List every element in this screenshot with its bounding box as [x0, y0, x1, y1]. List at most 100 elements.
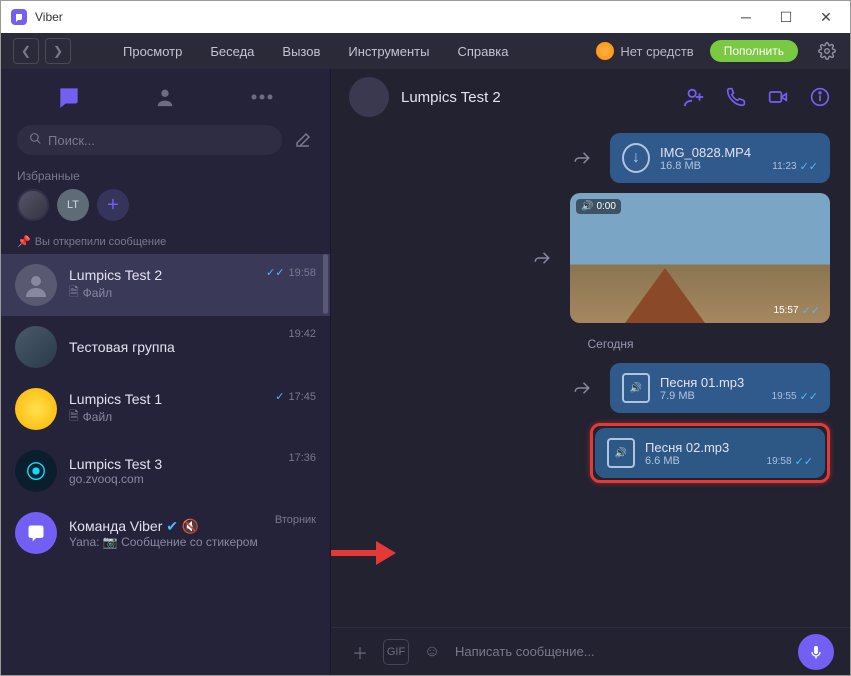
- pinned-notice: 📌 Вы открепили сообщение: [1, 231, 330, 254]
- menu-tools[interactable]: Инструменты: [336, 44, 441, 59]
- info-icon[interactable]: [808, 85, 832, 109]
- nav-back-button[interactable]: ❮: [13, 38, 39, 64]
- menubar: ❮ ❯ Просмотр Беседа Вызов Инструменты Сп…: [1, 33, 850, 69]
- search-row: Поиск...: [1, 125, 330, 165]
- chat-item[interactable]: Lumpics Test 2 🗎Файл ✓✓19:58: [1, 254, 330, 316]
- chat-main: Lumpics Test 3 go.zvooq.com: [69, 456, 276, 486]
- file-icon: 🗎: [69, 407, 79, 428]
- minimize-button[interactable]: ─: [726, 3, 766, 31]
- balance-display: Нет средств Пополнить: [596, 40, 838, 62]
- chat-name: Тестовая группа: [69, 339, 276, 355]
- menu-help[interactable]: Справка: [445, 44, 520, 59]
- chat-main: Команда Viber ✔ 🔇 Yana: 📷 Сообщение со с…: [69, 518, 263, 549]
- chat-item[interactable]: Lumpics Test 3 go.zvooq.com 17:36: [1, 440, 330, 502]
- nav-forward-button[interactable]: ❯: [45, 38, 71, 64]
- message-row: 🔊 Песня 02.mp3 6.6 MB 19:58✓✓: [391, 423, 830, 483]
- close-button[interactable]: ✕: [806, 3, 846, 31]
- coin-icon: [596, 42, 614, 60]
- favorite-item[interactable]: [17, 189, 49, 221]
- share-icon[interactable]: [572, 378, 592, 398]
- muted-icon: 🔇: [182, 518, 199, 534]
- avatar: [15, 388, 57, 430]
- avatar: [15, 326, 57, 368]
- share-icon[interactable]: [532, 248, 552, 268]
- app-logo-icon: [11, 9, 27, 25]
- file-name: Песня 02.mp3: [645, 440, 729, 455]
- file-name: IMG_0828.MP4: [660, 145, 751, 160]
- tab-chats-icon[interactable]: [55, 83, 83, 111]
- read-ticks-icon: ✓✓: [800, 390, 818, 403]
- balance-text: Нет средств: [620, 44, 693, 59]
- chat-main: Lumpics Test 2 🗎Файл: [69, 267, 254, 304]
- audio-file-icon: 🔊: [622, 373, 650, 403]
- video-message[interactable]: 🔊0:00 15:57✓✓: [570, 193, 830, 323]
- attach-button[interactable]: ＋: [347, 639, 373, 665]
- file-message[interactable]: 🔊 Песня 01.mp3 7.9 MB 19:55✓✓: [610, 363, 830, 413]
- voice-message-button[interactable]: [798, 634, 834, 670]
- compose-button[interactable]: [292, 129, 314, 151]
- search-icon: [29, 132, 42, 148]
- tab-contacts-icon[interactable]: [151, 83, 179, 111]
- avatar: [15, 264, 57, 306]
- search-input[interactable]: Поиск...: [17, 125, 282, 155]
- chat-preview: Yana: 📷 Сообщение со стикером: [69, 535, 263, 549]
- file-size: 16.8 MB: [660, 160, 751, 172]
- avatar: [15, 450, 57, 492]
- voice-call-icon[interactable]: [724, 85, 748, 109]
- settings-icon[interactable]: [816, 40, 838, 62]
- chat-name: Lumpics Test 2: [69, 267, 254, 283]
- verified-icon: ✔: [166, 518, 178, 534]
- add-favorite-button[interactable]: +: [97, 189, 129, 221]
- speaker-icon: 🔊: [581, 201, 593, 212]
- chat-main: Lumpics Test 1 🗎Файл: [69, 391, 263, 428]
- pin-icon: 📌: [17, 235, 31, 248]
- app-window: Viber ─ ☐ ✕ ❮ ❯ Просмотр Беседа Вызов Ин…: [0, 0, 851, 676]
- menu-chat[interactable]: Беседа: [198, 44, 266, 59]
- tab-more-icon[interactable]: [248, 83, 276, 111]
- sidebar: Поиск... Избранные LT + 📌 Вы открепили с…: [1, 69, 331, 675]
- conversation-pane: Lumpics Test 2 ↓ IMG_0828.MP4 1: [331, 69, 850, 675]
- chat-preview: 🗎Файл: [69, 407, 263, 428]
- chat-item[interactable]: Тестовая группа 19:42: [1, 316, 330, 378]
- file-message[interactable]: 🔊 Песня 02.mp3 6.6 MB 19:58✓✓: [595, 428, 825, 478]
- menu-call[interactable]: Вызов: [270, 44, 332, 59]
- chat-item[interactable]: Команда Viber ✔ 🔇 Yana: 📷 Сообщение со с…: [1, 502, 330, 564]
- gif-button[interactable]: GIF: [383, 639, 409, 665]
- pinned-text: Вы открепили сообщение: [35, 236, 167, 248]
- scrollbar-thumb[interactable]: [323, 254, 328, 314]
- chat-main: Тестовая группа: [69, 339, 276, 355]
- window-controls: ─ ☐ ✕: [726, 3, 846, 31]
- conversation-avatar[interactable]: [349, 77, 389, 117]
- download-icon[interactable]: ↓: [622, 143, 650, 173]
- audio-file-icon: 🔊: [607, 438, 635, 468]
- chat-preview: 🗎Файл: [69, 283, 254, 304]
- maximize-button[interactable]: ☐: [766, 3, 806, 31]
- chat-preview: go.zvooq.com: [69, 472, 276, 486]
- conversation-title[interactable]: Lumpics Test 2: [401, 89, 670, 106]
- file-message[interactable]: ↓ IMG_0828.MP4 16.8 MB 11:23✓✓: [610, 133, 830, 183]
- video-call-icon[interactable]: [766, 85, 790, 109]
- read-ticks-icon: ✓✓: [795, 455, 813, 468]
- chat-item[interactable]: Lumpics Test 1 🗎Файл ✓17:45: [1, 378, 330, 440]
- share-icon[interactable]: [572, 148, 592, 168]
- titlebar: Viber ─ ☐ ✕: [1, 1, 850, 33]
- messages-area: ↓ IMG_0828.MP4 16.8 MB 11:23✓✓ 🔊0:00: [331, 125, 850, 627]
- search-placeholder: Поиск...: [48, 133, 95, 148]
- chat-name: Lumpics Test 1: [69, 391, 263, 407]
- chat-name: Lumpics Test 3: [69, 456, 276, 472]
- main-area: Поиск... Избранные LT + 📌 Вы открепили с…: [1, 69, 850, 675]
- favorite-item[interactable]: LT: [57, 189, 89, 221]
- add-participant-icon[interactable]: [682, 85, 706, 109]
- topup-button[interactable]: Пополнить: [710, 40, 798, 62]
- message-row: 🔊 Песня 01.mp3 7.9 MB 19:55✓✓: [391, 363, 830, 413]
- menu-view[interactable]: Просмотр: [111, 44, 194, 59]
- chat-time: ✓17:45: [275, 390, 316, 403]
- message-input[interactable]: Написать сообщение...: [455, 644, 788, 659]
- read-ticks-icon: ✓✓: [266, 266, 284, 279]
- message-time: 11:23✓✓: [772, 160, 818, 173]
- sticker-button[interactable]: ☺: [419, 639, 445, 665]
- favorites-row: LT +: [1, 189, 330, 231]
- conversation-actions: [682, 85, 832, 109]
- sidebar-tabs: [1, 69, 330, 125]
- highlight-annotation: 🔊 Песня 02.mp3 6.6 MB 19:58✓✓: [590, 423, 830, 483]
